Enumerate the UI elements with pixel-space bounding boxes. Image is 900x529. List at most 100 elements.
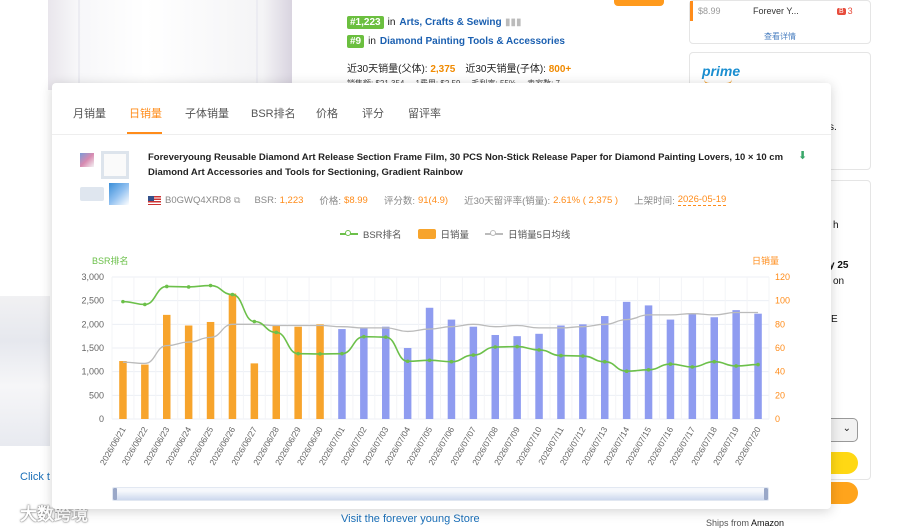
sales-bar (382, 326, 390, 419)
product-main-image[interactable] (101, 151, 129, 179)
bsr-point (230, 292, 235, 297)
left-axis-tick-label: 1,000 (81, 367, 104, 377)
tab-bar: 月销量 日销量 子体销量 BSR排名 价格 评分 留评率 (52, 83, 831, 135)
tab-review-rate[interactable]: 留评率 (408, 105, 441, 121)
legend-line-icon (485, 230, 504, 236)
tab-child-sales[interactable]: 子体销量 (185, 105, 229, 121)
price-label: 价格: (319, 196, 342, 207)
reviews-value: 91(4.9) (417, 194, 449, 206)
left-axis-tick-label: 1,500 (81, 343, 104, 353)
bsr-point (318, 352, 322, 356)
bsr-point (471, 353, 476, 357)
sales-bar (513, 336, 521, 419)
reviews-label: 评分数: (383, 196, 415, 207)
bsr-point (296, 351, 300, 356)
sales-bar (316, 324, 324, 419)
daily-sales-chart[interactable]: 0 500 1,000 1,500 2,000 2,500 3,000 0 20 40 60 80 10… (52, 248, 831, 488)
legend-moving-average[interactable]: 日销量5日均线 (485, 227, 570, 241)
view-details-link[interactable]: 查看详情 (690, 31, 870, 42)
sales-bar (469, 326, 478, 419)
tab-monthly-sales[interactable]: 月销量 (73, 105, 106, 121)
left-axis-tick-label: 2,000 (81, 319, 104, 329)
ships-from-label: Ships from (706, 518, 750, 528)
ships-from: Ships from Amazon (706, 518, 784, 528)
rank-in-label: in (387, 17, 396, 28)
text-fragment: on (833, 276, 845, 287)
rank-category-link[interactable]: Arts, Crafts & Sewing (399, 17, 501, 28)
bsr-point (581, 354, 585, 358)
bsr-point (449, 359, 454, 364)
right-axis-tick-label: 80 (775, 319, 785, 329)
listed-date-value: 2026-05-19 (677, 194, 727, 206)
delivery-date-fragment: y 25 (829, 260, 849, 271)
product-title[interactable]: Foreveryoung Reusable Diamond Art Releas… (148, 150, 793, 180)
tab-daily-sales[interactable]: 日销量 (129, 105, 162, 121)
click-text[interactable]: Click t (20, 471, 50, 483)
left-axis-tick-label: 3,000 (81, 272, 104, 282)
product-thumbnail[interactable] (80, 187, 104, 201)
slider-handle-left[interactable] (113, 488, 117, 500)
sales-bar (666, 319, 675, 419)
sales-bar (425, 307, 434, 419)
rank-badge: #9 (347, 35, 365, 48)
text-fragment: E (831, 314, 838, 325)
seller-price: $8.99 (698, 6, 721, 16)
bsr-point (274, 330, 279, 335)
seller-count: 3 (847, 6, 853, 16)
tab-bsr-rank[interactable]: BSR排名 (251, 105, 296, 121)
right-axis-tick-label: 40 (775, 367, 785, 377)
bsr-point (121, 299, 125, 304)
bsr-point (756, 362, 760, 367)
sales-bar (601, 316, 609, 419)
chart-legend: BSR排名 日销量 日销量5日均线 (340, 227, 570, 241)
sales-bar (294, 326, 302, 419)
bar-chart-icon[interactable]: ▮▮▮ (505, 17, 522, 28)
seller-badge: B (837, 7, 846, 15)
seller-card: $8.99 Forever Y... B 3 查看详情 (689, 0, 871, 44)
bsr-point (602, 359, 607, 364)
review-rate-label: 近30天留评率(销量): (464, 196, 551, 207)
sales-bar (710, 317, 718, 419)
sales-stats-row: 近30天销量(父体): 2,375 近30天销量(子体): 800+ (347, 60, 571, 75)
seller-row[interactable]: $8.99 Forever Y... B 3 (690, 1, 870, 21)
left-axis-tick-label: 500 (89, 390, 104, 400)
left-axis-label: BSR排名 (92, 255, 129, 266)
right-axis-tick-label: 100 (775, 296, 790, 306)
legend-bsr[interactable]: BSR排名 (340, 227, 402, 241)
bsr-point (383, 335, 388, 339)
legend-bar-icon (417, 229, 436, 239)
sales-bar (557, 325, 565, 419)
sales-bar (360, 327, 368, 419)
product-thumbnail[interactable] (80, 153, 94, 167)
slider-handle-right[interactable] (764, 488, 768, 500)
bsr-point (252, 319, 257, 324)
bsr-point (712, 359, 717, 364)
legend-daily-sales[interactable]: 日销量 (417, 227, 469, 241)
product-image-background (48, 0, 292, 90)
price-value: $8.99 (344, 194, 368, 206)
asin[interactable]: B0GWQ4XRD8 (165, 195, 231, 206)
tab-price[interactable]: 价格 (316, 105, 338, 121)
bsr-point (668, 362, 673, 366)
slider-area (113, 491, 768, 500)
right-axis-tick-label: 120 (775, 272, 790, 282)
tab-rating[interactable]: 评分 (362, 105, 384, 121)
product-thumbnail[interactable] (109, 183, 129, 205)
rank-in-label: in (368, 36, 376, 47)
download-icon[interactable]: ⬇ (798, 149, 807, 162)
zoom-slider[interactable] (112, 487, 769, 501)
bsr-point (362, 334, 366, 339)
parent-sales-label: 近30天销量(父体): (347, 64, 428, 75)
bsr-point (340, 351, 344, 356)
thumbnail-strip-background (0, 296, 50, 446)
legend-bsr-label: BSR排名 (363, 230, 402, 241)
bsr-point (624, 369, 629, 373)
bsr-value: 1,223 (279, 194, 304, 206)
visit-store-link[interactable]: Visit the forever young Store (341, 513, 480, 525)
orange-button-edge[interactable] (614, 0, 664, 6)
external-link-icon[interactable]: ⧉ (234, 195, 240, 206)
child-sales-value: 800+ (548, 64, 572, 75)
bsr-point (164, 284, 169, 289)
bsr-point (143, 302, 147, 307)
rank-category-link[interactable]: Diamond Painting Tools & Accessories (380, 36, 565, 47)
